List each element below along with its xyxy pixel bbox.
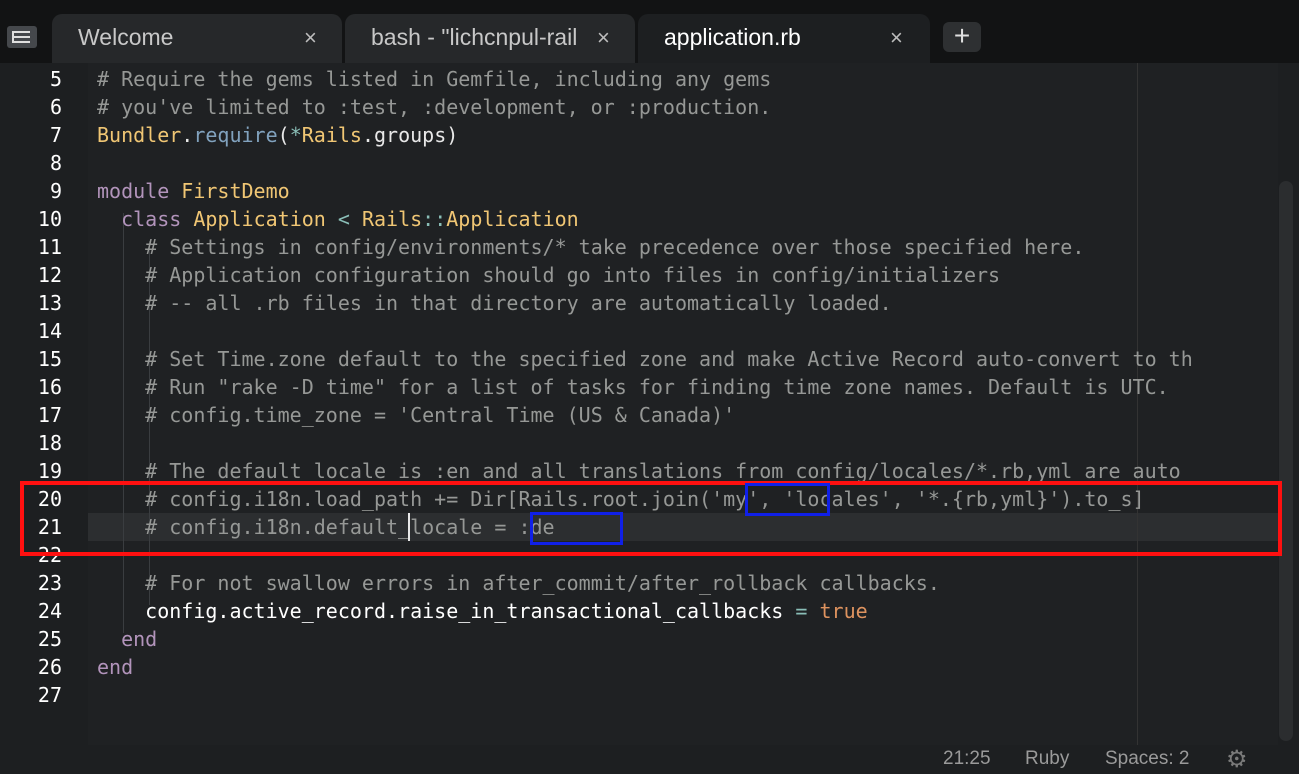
line-number: 6 (49, 95, 62, 119)
line-number: 23 (37, 571, 62, 595)
code-line: end (97, 655, 134, 679)
line-number: 26 (37, 655, 62, 679)
line-number: 7 (49, 123, 62, 147)
line-number: 9 (49, 179, 62, 203)
close-icon[interactable]: × (890, 25, 903, 51)
ruler-line (1137, 63, 1138, 763)
code-line: config.active_record.raise_in_transactio… (145, 599, 868, 623)
code-line: # For not swallow errors in after_commit… (145, 571, 940, 595)
highlight-box-blue (745, 483, 830, 516)
highlight-box-red (20, 481, 1282, 556)
line-number: 25 (37, 627, 62, 651)
code-line: # -- all .rb files in that directory are… (145, 291, 892, 315)
tab-label: application.rb (664, 24, 801, 50)
indentation-selector[interactable]: Spaces: 2 (1105, 748, 1190, 770)
line-number: 14 (37, 319, 62, 343)
code-area[interactable]: # Require the gems listed in Gemfile, in… (88, 63, 1278, 763)
line-number: 24 (37, 599, 62, 623)
code-line: # you've limited to :test, :development,… (97, 95, 772, 119)
tab-welcome[interactable]: Welcome × (52, 14, 342, 63)
line-number: 18 (37, 431, 62, 455)
line-number: 10 (37, 207, 62, 231)
sidebar-toggle-icon[interactable] (7, 26, 37, 48)
line-number: 8 (49, 151, 62, 175)
menu-icon-bar (14, 31, 30, 33)
code-line: # Set Time.zone default to the specified… (145, 347, 1193, 371)
code-line: # Application configuration should go in… (145, 263, 1001, 287)
status-bar: 21:25 Ruby Spaces: 2 ⚙ (0, 745, 1299, 773)
line-number: 27 (37, 683, 62, 707)
line-number: 15 (37, 347, 62, 371)
tab-bar: Welcome × bash - "lichcnpul-rail × appli… (0, 0, 1299, 63)
editor: 5 6 7 8 9 10 11 12 13 14 15 16 17 18 19 … (0, 63, 1299, 763)
syntax-selector[interactable]: Ruby (1025, 748, 1069, 770)
menu-icon-bar (14, 41, 30, 43)
line-number: 17 (37, 403, 62, 427)
line-number: 5 (49, 67, 62, 91)
line-number: 13 (37, 291, 62, 315)
tab-label: bash - "lichcnpul-rail (371, 24, 578, 50)
code-line: module FirstDemo (97, 179, 290, 203)
tab-label: Welcome (78, 24, 174, 50)
close-icon[interactable]: × (597, 25, 610, 51)
code-line: Bundler.require(*Rails.groups) (97, 123, 459, 147)
code-line: # Run "rake -D time" for a list of tasks… (145, 375, 1169, 399)
tab-application-rb[interactable]: application.rb × (638, 14, 930, 63)
highlight-box-blue (530, 512, 623, 545)
code-line: # Require the gems listed in Gemfile, in… (97, 67, 772, 91)
line-number: 19 (37, 459, 62, 483)
new-tab-button[interactable]: + (943, 22, 981, 52)
tab-bash[interactable]: bash - "lichcnpul-rail × (345, 14, 635, 63)
vertical-scrollbar[interactable] (1279, 181, 1293, 741)
line-number-gutter: 5 6 7 8 9 10 11 12 13 14 15 16 17 18 19 … (0, 63, 88, 763)
menu-icon-bar (14, 36, 30, 38)
gear-icon[interactable]: ⚙ (1226, 745, 1248, 774)
code-line: # Settings in config/environments/* take… (145, 235, 1085, 259)
line-number: 11 (37, 235, 62, 259)
code-line: end (121, 627, 158, 651)
line-number: 16 (37, 375, 62, 399)
line-number: 12 (37, 263, 62, 287)
code-line: # config.time_zone = 'Central Time (US &… (145, 403, 736, 427)
code-line: class Application < Rails::Application (121, 207, 579, 231)
cursor-position[interactable]: 21:25 (943, 748, 991, 770)
close-icon[interactable]: × (304, 25, 317, 51)
